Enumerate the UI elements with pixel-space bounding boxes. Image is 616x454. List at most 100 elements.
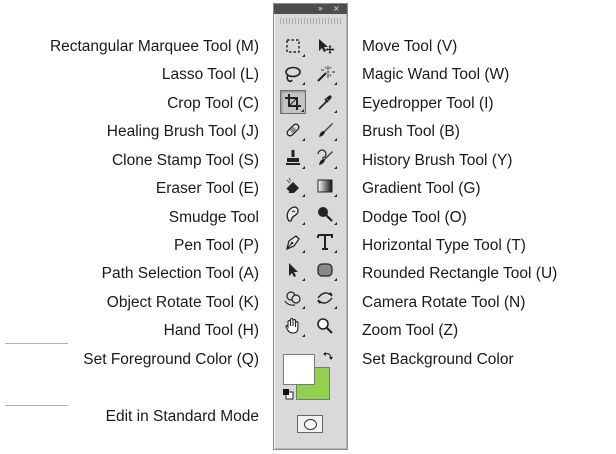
label-pen: Pen Tool (P) bbox=[173, 237, 259, 254]
label-rectangular-marquee: Rectangular Marquee Tool (M) bbox=[49, 38, 259, 55]
eyedropper-tool[interactable] bbox=[312, 90, 338, 114]
gradient-tool[interactable] bbox=[312, 174, 338, 198]
label-rounded-rectangle: Rounded Rectangle Tool (U) bbox=[362, 265, 558, 282]
label-lasso: Lasso Tool (L) bbox=[161, 66, 259, 83]
toolbox-grip[interactable] bbox=[280, 18, 341, 24]
smudge-finger-icon bbox=[286, 206, 299, 222]
lasso-icon bbox=[285, 66, 301, 83]
move-icon bbox=[319, 39, 335, 54]
flyout-indicator bbox=[334, 82, 337, 85]
rectangular-marquee-tool[interactable] bbox=[280, 34, 306, 58]
label-edit-standard-mode: Edit in Standard Mode bbox=[105, 408, 259, 425]
path-selection-tool[interactable] bbox=[280, 258, 306, 282]
flyout-indicator bbox=[301, 109, 304, 112]
label-eyedropper: Eyedropper Tool (I) bbox=[362, 95, 494, 112]
brush-icon bbox=[319, 123, 333, 137]
magic-wand-tool[interactable] bbox=[312, 62, 338, 86]
move-tool[interactable] bbox=[312, 34, 338, 58]
dodge-icon bbox=[318, 207, 333, 222]
horizontal-type-tool[interactable] bbox=[312, 230, 338, 254]
swap-colors-icon[interactable] bbox=[322, 350, 334, 362]
label-crop: Crop Tool (C) bbox=[167, 95, 259, 112]
flyout-indicator bbox=[334, 306, 337, 309]
close-icon[interactable]: × bbox=[333, 4, 340, 14]
edit-standard-mode-button[interactable] bbox=[297, 415, 323, 433]
flyout-indicator bbox=[302, 194, 305, 197]
crop-icon bbox=[285, 94, 301, 110]
collapse-icon[interactable]: » bbox=[318, 4, 323, 14]
camera-rotate-icon bbox=[317, 292, 333, 304]
flyout-indicator bbox=[302, 222, 305, 225]
brush-tool[interactable] bbox=[312, 118, 338, 142]
dodge-tool[interactable] bbox=[312, 202, 338, 226]
label-magic-wand: Magic Wand Tool (W) bbox=[362, 66, 510, 83]
flyout-indicator bbox=[334, 222, 337, 225]
history-brush-tool[interactable] bbox=[312, 146, 338, 170]
stamp-icon bbox=[286, 150, 300, 165]
flyout-indicator bbox=[302, 334, 305, 337]
healing-brush-tool[interactable] bbox=[280, 118, 306, 142]
label-set-background-color: Set Background Color bbox=[362, 351, 514, 368]
flyout-indicator bbox=[302, 54, 305, 57]
flyout-indicator bbox=[334, 138, 337, 141]
label-object-rotate: Object Rotate Tool (K) bbox=[106, 294, 259, 311]
flyout-indicator bbox=[334, 110, 337, 113]
eraser-tool[interactable] bbox=[280, 174, 306, 198]
flyout-indicator bbox=[334, 166, 337, 169]
mask-mode-icon bbox=[303, 418, 317, 430]
label-horizontal-type: Horizontal Type Tool (T) bbox=[362, 237, 526, 254]
rounded-rectangle-icon bbox=[317, 263, 333, 277]
rounded-rectangle-tool[interactable] bbox=[312, 258, 338, 282]
hand-icon bbox=[285, 317, 299, 334]
label-brush: Brush Tool (B) bbox=[362, 123, 460, 140]
magnifier-icon bbox=[317, 318, 333, 334]
bandage-icon bbox=[286, 123, 300, 137]
label-hand: Hand Tool (H) bbox=[163, 322, 259, 339]
label-healing-brush: Healing Brush Tool (J) bbox=[106, 123, 259, 140]
flyout-indicator bbox=[334, 278, 337, 281]
flyout-indicator bbox=[302, 278, 305, 281]
zoom-tool[interactable] bbox=[312, 314, 338, 338]
type-icon bbox=[317, 234, 333, 250]
flyout-indicator bbox=[302, 166, 305, 169]
pen-nib-icon bbox=[286, 235, 300, 251]
label-zoom: Zoom Tool (Z) bbox=[362, 322, 459, 339]
flyout-indicator bbox=[302, 306, 305, 309]
magic-wand-icon bbox=[317, 66, 335, 82]
hand-tool[interactable] bbox=[280, 314, 306, 338]
label-gradient: Gradient Tool (G) bbox=[362, 180, 481, 197]
flyout-indicator bbox=[302, 138, 305, 141]
foreground-color-swatch[interactable] bbox=[283, 354, 315, 385]
object-rotate-icon bbox=[284, 291, 301, 306]
label-dodge: Dodge Tool (O) bbox=[362, 209, 467, 226]
camera-rotate-tool[interactable] bbox=[312, 286, 338, 310]
flyout-indicator bbox=[334, 250, 337, 253]
label-camera-rotate: Camera Rotate Tool (N) bbox=[362, 294, 526, 311]
toolbox-separator bbox=[5, 343, 68, 344]
flyout-indicator bbox=[302, 250, 305, 253]
toolbox-header: » × bbox=[274, 4, 347, 14]
object-rotate-tool[interactable] bbox=[280, 286, 306, 310]
crop-tool[interactable] bbox=[280, 90, 306, 114]
smudge-tool[interactable] bbox=[280, 202, 306, 226]
clone-stamp-tool[interactable] bbox=[280, 146, 306, 170]
pen-tool[interactable] bbox=[280, 230, 306, 254]
label-move: Move Tool (V) bbox=[362, 38, 458, 55]
default-colors-icon[interactable] bbox=[282, 388, 294, 400]
label-clone-stamp: Clone Stamp Tool (S) bbox=[111, 152, 259, 169]
eraser-icon bbox=[285, 177, 299, 193]
history-brush-icon bbox=[317, 149, 333, 165]
flyout-indicator bbox=[334, 194, 337, 197]
label-smudge: Smudge Tool bbox=[168, 209, 259, 226]
gradient-icon bbox=[317, 179, 333, 193]
flyout-indicator bbox=[302, 82, 305, 85]
lasso-tool[interactable] bbox=[280, 62, 306, 86]
toolbox-separator bbox=[5, 405, 68, 406]
marquee-icon bbox=[286, 39, 300, 53]
label-path-selection: Path Selection Tool (A) bbox=[101, 265, 259, 282]
label-history-brush: History Brush Tool (Y) bbox=[362, 152, 513, 169]
label-set-foreground-color: Set Foreground Color (Q) bbox=[83, 351, 259, 368]
eyedropper-icon bbox=[318, 95, 332, 110]
label-eraser: Eraser Tool (E) bbox=[155, 180, 259, 197]
arrow-cursor-icon bbox=[289, 263, 298, 277]
